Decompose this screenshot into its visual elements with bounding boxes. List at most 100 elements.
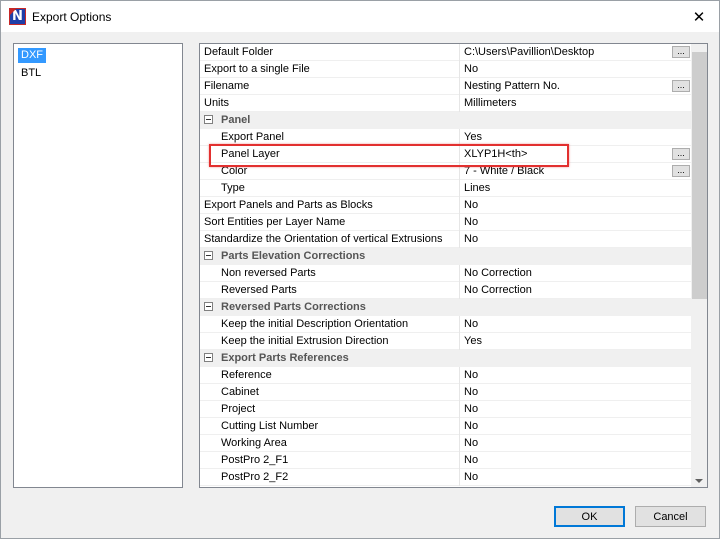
app-logo-icon: N [9, 8, 26, 25]
collapse-icon[interactable] [204, 115, 213, 124]
ok-button[interactable]: OK [554, 506, 625, 527]
property-value[interactable]: C:\Users\Pavillion\Desktop [464, 44, 664, 61]
column-divider [459, 367, 460, 384]
property-row-reference[interactable]: Reference No [200, 367, 691, 384]
property-value[interactable]: No [464, 435, 664, 452]
close-button[interactable]: ✕ [679, 1, 719, 32]
property-row-keep-the-initial-description-orientation[interactable]: Keep the initial Description Orientation… [200, 316, 691, 333]
column-divider [459, 163, 460, 180]
property-row-panel-layer[interactable]: Panel Layer XLYP1H<th>... [200, 146, 691, 163]
property-name: Working Area [221, 437, 287, 449]
category-label: Panel [221, 114, 251, 126]
property-row-cutting-list-number[interactable]: Cutting List Number No [200, 418, 691, 435]
column-divider [459, 282, 460, 299]
cancel-button[interactable]: Cancel [635, 506, 706, 527]
property-row-postpro-2-f1[interactable]: PostPro 2_F1 No [200, 452, 691, 469]
property-value[interactable]: No [464, 452, 664, 469]
property-grid[interactable]: Default Folder C:\Users\Pavillion\Desktop… [199, 43, 708, 488]
column-divider [459, 452, 460, 469]
property-value[interactable]: Yes [464, 129, 664, 146]
property-value[interactable]: Yes [464, 333, 664, 350]
column-divider [459, 401, 460, 418]
property-row-sort-entities-per-layer-name[interactable]: Sort Entities per Layer Name No [200, 214, 691, 231]
scrollbar-thumb[interactable] [692, 52, 707, 299]
property-value[interactable]: No Correction [464, 265, 664, 282]
property-row-type[interactable]: Type Lines [200, 180, 691, 197]
property-row-cabinet[interactable]: Cabinet No [200, 384, 691, 401]
property-row-export-to-a-single-file[interactable]: Export to a single File No [200, 61, 691, 78]
property-row-units[interactable]: Units Millimeters [200, 95, 691, 112]
category-panel[interactable]: Panel [200, 112, 691, 129]
property-value[interactable]: No [464, 214, 664, 231]
browse-button[interactable]: ... [672, 46, 690, 58]
column-divider [459, 78, 460, 95]
column-divider [459, 265, 460, 282]
category-reversed-parts-corrections[interactable]: Reversed Parts Corrections [200, 299, 691, 316]
property-value[interactable]: Lines [464, 180, 664, 197]
property-row-working-area[interactable]: Working Area No [200, 435, 691, 452]
browse-button[interactable]: ... [672, 80, 690, 92]
browse-button[interactable]: ... [672, 165, 690, 177]
property-value[interactable]: No [464, 316, 664, 333]
property-row-reversed-parts[interactable]: Reversed Parts No Correction [200, 282, 691, 299]
scroll-down-arrow-icon[interactable] [695, 479, 703, 483]
column-divider [459, 61, 460, 78]
vertical-scrollbar[interactable] [691, 44, 707, 487]
collapse-icon[interactable] [204, 302, 213, 311]
property-value[interactable]: No [464, 231, 664, 248]
property-value[interactable]: No [464, 469, 664, 486]
column-divider [459, 418, 460, 435]
column-divider [459, 95, 460, 112]
category-label: Parts Elevation Corrections [221, 250, 366, 262]
category-parts-elevation-corrections[interactable]: Parts Elevation Corrections [200, 248, 691, 265]
property-name: Standardize the Orientation of vertical … [204, 233, 443, 245]
property-name: Type [221, 182, 245, 194]
property-name: Non reversed Parts [221, 267, 316, 279]
property-row-standardize-the-orientation-of-vertical-extrusions[interactable]: Standardize the Orientation of vertical … [200, 231, 691, 248]
property-name: PostPro 2_F1 [221, 454, 289, 466]
column-divider [459, 384, 460, 401]
property-value[interactable]: No [464, 367, 664, 384]
category-export-parts-references[interactable]: Export Parts References [200, 350, 691, 367]
property-row-default-folder[interactable]: Default Folder C:\Users\Pavillion\Desktop… [200, 44, 691, 61]
property-value[interactable]: Millimeters [464, 95, 664, 112]
export-options-dialog: N Export Options ✕ DXF BTL Default Folder… [0, 0, 720, 539]
property-row-filename[interactable]: Filename Nesting Pattern No.... [200, 78, 691, 95]
column-divider [459, 333, 460, 350]
property-value[interactable]: No [464, 197, 664, 214]
property-value[interactable]: Nesting Pattern No. [464, 78, 664, 95]
property-row-non-reversed-parts[interactable]: Non reversed Parts No Correction [200, 265, 691, 282]
column-divider [459, 469, 460, 486]
column-divider [459, 129, 460, 146]
property-name: Units [204, 97, 230, 109]
property-value[interactable]: No Correction [464, 282, 664, 299]
window-title: Export Options [32, 10, 112, 24]
collapse-icon[interactable] [204, 353, 213, 362]
property-row-export-panels-and-parts-as-blocks[interactable]: Export Panels and Parts as Blocks No [200, 197, 691, 214]
format-item-btl[interactable]: BTL [18, 66, 44, 81]
property-row-postpro-2-f2[interactable]: PostPro 2_F2 No [200, 469, 691, 486]
property-name: Export Panels and Parts as Blocks [204, 199, 373, 211]
property-name: Panel Layer [221, 148, 280, 160]
column-divider [459, 435, 460, 452]
property-value[interactable]: No [464, 384, 664, 401]
property-value[interactable]: No [464, 61, 664, 78]
property-name: Reversed Parts [221, 284, 297, 296]
property-name: Export Panel [221, 131, 284, 143]
property-row-color[interactable]: Color 7 - White / Black... [200, 163, 691, 180]
property-value[interactable]: XLYP1H<th> [464, 146, 664, 163]
property-value[interactable]: No [464, 418, 664, 435]
property-name: Keep the initial Description Orientation [221, 318, 409, 330]
export-format-list[interactable]: DXF BTL [13, 43, 183, 488]
property-row-project[interactable]: Project No [200, 401, 691, 418]
collapse-icon[interactable] [204, 251, 213, 260]
column-divider [459, 180, 460, 197]
property-rows: Default Folder C:\Users\Pavillion\Desktop… [200, 44, 691, 486]
property-value[interactable]: No [464, 401, 664, 418]
format-item-dxf[interactable]: DXF [18, 48, 46, 63]
property-row-keep-the-initial-extrusion-direction[interactable]: Keep the initial Extrusion Direction Yes [200, 333, 691, 350]
property-row-export-panel[interactable]: Export Panel Yes [200, 129, 691, 146]
browse-button[interactable]: ... [672, 148, 690, 160]
property-value[interactable]: 7 - White / Black [464, 163, 664, 180]
property-name: Filename [204, 80, 250, 92]
